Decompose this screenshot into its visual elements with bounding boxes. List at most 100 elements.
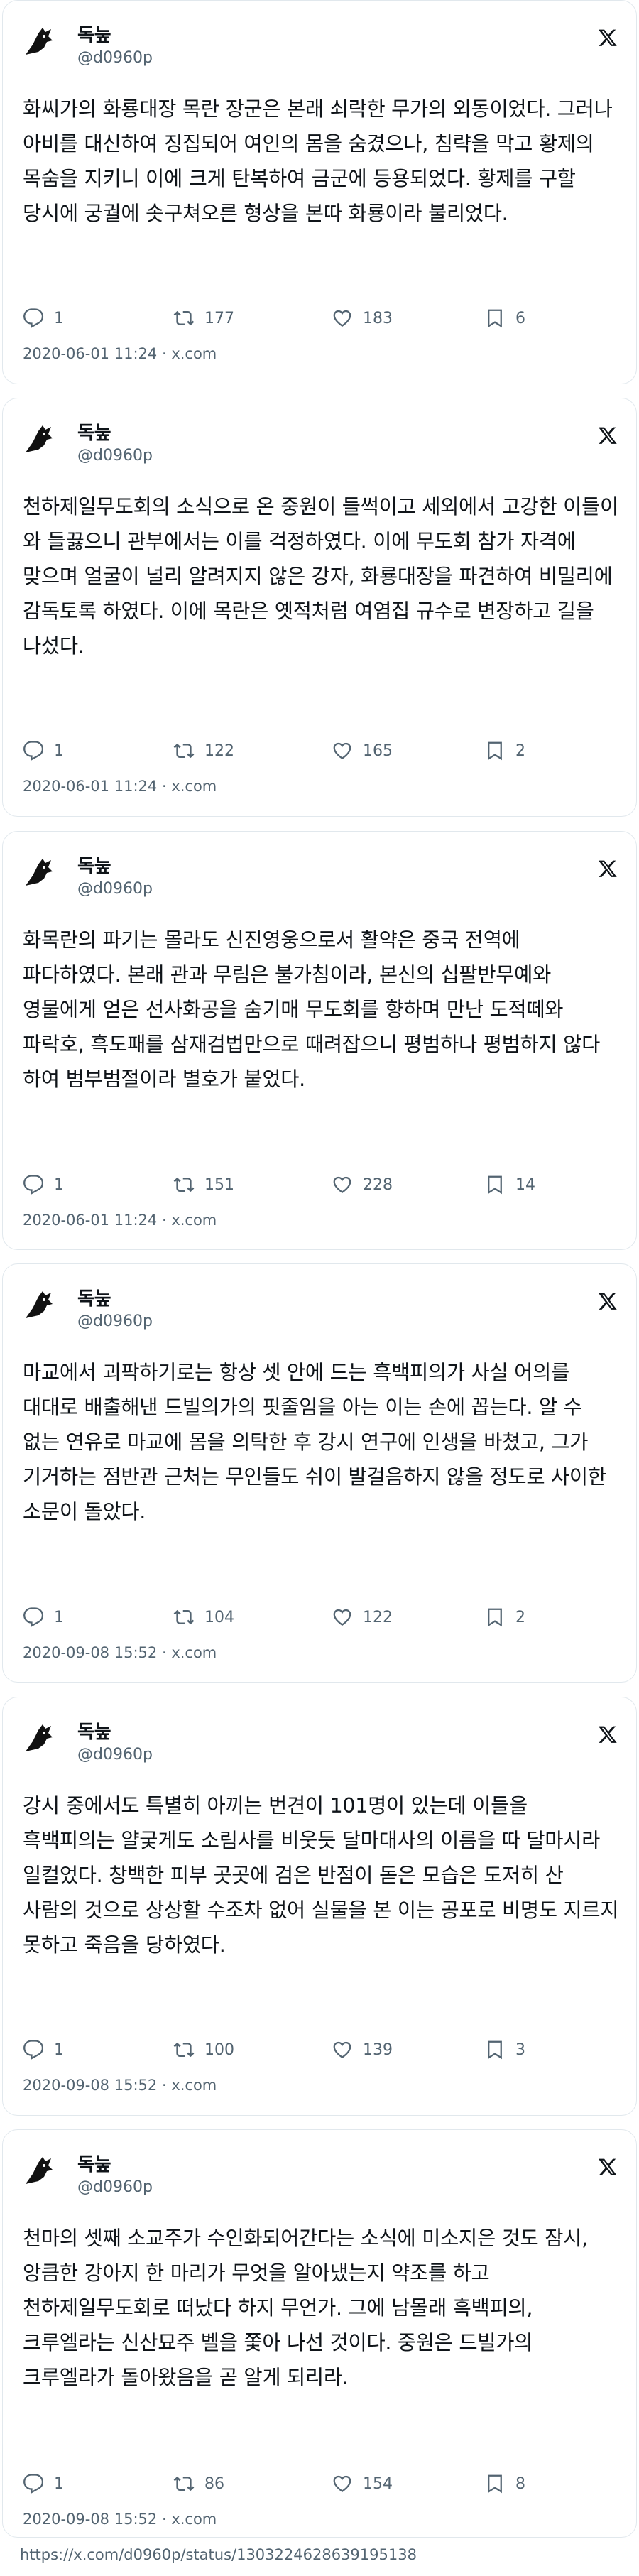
author-handle[interactable]: @d0960p [77, 1746, 153, 1763]
x-logo-icon[interactable] [598, 28, 618, 48]
author-handle[interactable]: @d0960p [77, 49, 153, 67]
tweet-timestamp[interactable]: 2020-06-01 11:24 [23, 778, 157, 795]
footer-url[interactable]: https://x.com/d0960p/status/130322462863… [20, 2546, 417, 2563]
bookmark-count: 14 [515, 1175, 535, 1194]
tweet-meta: 2020-06-01 11:24 · x.com [23, 345, 217, 362]
tweet-source[interactable]: x.com [171, 778, 217, 795]
author-name[interactable]: 독눞 [77, 1284, 111, 1310]
bookmark-button[interactable]: 6 [484, 306, 525, 330]
heart-icon [333, 1176, 351, 1193]
retweet-icon [173, 2042, 195, 2058]
tweet-text: 화씨가의 화룡대장 목란 장군은 본래 쇠락한 무가의 외동이었다. 그러나 아… [23, 97, 619, 225]
tweet-timestamp[interactable]: 2020-06-01 11:24 [23, 345, 157, 362]
avatar[interactable] [23, 1720, 58, 1756]
author-name[interactable]: 독눞 [77, 852, 111, 878]
tweet-source[interactable]: x.com [171, 345, 217, 362]
retweet-icon [173, 1177, 195, 1192]
x-logo-icon[interactable] [598, 425, 618, 445]
tweet-card[interactable]: 독눞 @d0960p 마교에서 괴팍하기로는 항상 셋 안에 드는 흑백피의가 … [2, 1263, 637, 1683]
bookmark-icon [488, 1608, 502, 1627]
bookmark-button[interactable]: 2 [484, 739, 525, 763]
avatar[interactable] [23, 2153, 58, 2188]
retweet-button[interactable]: 122 [173, 739, 234, 763]
tweet-card[interactable]: 독눞 @d0960p 천하제일무도회의 소식으로 온 중원이 들썩이고 세외에서… [2, 398, 637, 817]
tweet-source[interactable]: x.com [171, 1212, 217, 1229]
retweet-button[interactable]: 100 [173, 2038, 234, 2062]
retweet-button[interactable]: 151 [173, 1173, 234, 1197]
tweet-actions: 1 122 165 2 [23, 739, 562, 763]
avatar[interactable] [23, 421, 58, 457]
bookmark-count: 2 [515, 1608, 525, 1626]
reply-button[interactable]: 1 [23, 2472, 64, 2496]
reply-count: 1 [54, 309, 64, 327]
avatar[interactable] [23, 1287, 58, 1322]
author-handle[interactable]: @d0960p [77, 880, 153, 898]
retweet-button[interactable]: 86 [173, 2472, 224, 2496]
tweet-card[interactable]: 독눞 @d0960p 천마의 셋째 소교주가 수인화되어간다는 소식에 미소지은… [2, 2129, 637, 2538]
meta-separator: · [161, 2511, 167, 2528]
tweet-timestamp[interactable]: 2020-06-01 11:24 [23, 1212, 157, 1229]
reply-button[interactable]: 1 [23, 1173, 64, 1197]
tweet-meta: 2020-09-08 15:52 · x.com [23, 1644, 217, 1661]
reply-count: 1 [54, 2474, 64, 2493]
tweet-card[interactable]: 독눞 @d0960p 화목란의 파기는 몰라도 신진영웅으로서 활약은 중국 전… [2, 831, 637, 1250]
tweet-actions: 1 151 228 14 [23, 1173, 562, 1197]
x-logo-icon[interactable] [598, 2157, 618, 2177]
tweet-source[interactable]: x.com [171, 2077, 217, 2094]
like-count: 183 [363, 309, 393, 327]
tweet-actions: 1 100 139 3 [23, 2038, 562, 2062]
like-button[interactable]: 165 [332, 739, 393, 763]
author-name[interactable]: 독눞 [77, 1717, 111, 1744]
bookmark-button[interactable]: 3 [484, 2038, 525, 2062]
tweet-timestamp[interactable]: 2020-09-08 15:52 [23, 2077, 157, 2094]
reply-icon [23, 2474, 44, 2494]
tweet-source[interactable]: x.com [171, 1644, 217, 1661]
bookmark-count: 2 [515, 741, 525, 760]
like-count: 139 [363, 2040, 393, 2059]
avatar[interactable] [23, 854, 58, 890]
author-handle[interactable]: @d0960p [77, 2178, 153, 2196]
tweet-source[interactable]: x.com [171, 2511, 217, 2528]
author-handle[interactable]: @d0960p [77, 1313, 153, 1330]
x-logo-icon[interactable] [598, 1291, 618, 1311]
bookmark-button[interactable]: 8 [484, 2472, 525, 2496]
heart-icon [333, 1609, 351, 1626]
reply-button[interactable]: 1 [23, 739, 64, 763]
like-button[interactable]: 139 [332, 2038, 393, 2062]
x-logo-icon[interactable] [598, 1724, 618, 1744]
author-name[interactable]: 독눞 [77, 2150, 111, 2176]
tweet-text: 마교에서 괴팍하기로는 항상 셋 안에 드는 흑백피의가 사실 어의를 대대로 … [23, 1361, 613, 1523]
retweet-count: 177 [204, 309, 234, 327]
like-button[interactable]: 183 [332, 306, 393, 330]
bookmark-button[interactable]: 14 [484, 1173, 535, 1197]
author-handle[interactable]: @d0960p [77, 447, 153, 464]
reply-icon [23, 1607, 44, 1628]
retweet-count: 104 [204, 1608, 234, 1626]
tweet-card[interactable]: 독눞 @d0960p 강시 중에서도 특별히 아끼는 번견이 101명이 있는데… [2, 1697, 637, 2116]
reply-button[interactable]: 1 [23, 2038, 64, 2062]
like-button[interactable]: 228 [332, 1173, 393, 1197]
like-button[interactable]: 154 [332, 2472, 393, 2496]
tweet-card[interactable]: 독눞 @d0960p 화씨가의 화룡대장 목란 장군은 본래 쇠락한 무가의 외… [2, 0, 637, 384]
tweet-meta: 2020-06-01 11:24 · x.com [23, 778, 217, 795]
retweet-button[interactable]: 104 [173, 1605, 234, 1629]
heart-icon [333, 310, 351, 327]
like-count: 154 [363, 2474, 393, 2493]
meta-separator: · [161, 778, 167, 795]
author-name[interactable]: 독눞 [77, 418, 111, 445]
reply-button[interactable]: 1 [23, 306, 64, 330]
tweet-timestamp[interactable]: 2020-09-08 15:52 [23, 1644, 157, 1661]
avatar[interactable] [23, 23, 58, 59]
author-name[interactable]: 독눞 [77, 21, 111, 47]
tweet-timestamp[interactable]: 2020-09-08 15:52 [23, 2511, 157, 2528]
x-logo-icon[interactable] [598, 859, 618, 879]
tweet-actions: 1 177 183 6 [23, 306, 562, 330]
heart-icon [333, 2475, 351, 2492]
bookmark-button[interactable]: 2 [484, 1605, 525, 1629]
like-button[interactable]: 122 [332, 1605, 393, 1629]
meta-separator: · [161, 2077, 167, 2094]
meta-separator: · [161, 1212, 167, 1229]
retweet-button[interactable]: 177 [173, 306, 234, 330]
reply-button[interactable]: 1 [23, 1605, 64, 1629]
retweet-icon [173, 2476, 195, 2491]
